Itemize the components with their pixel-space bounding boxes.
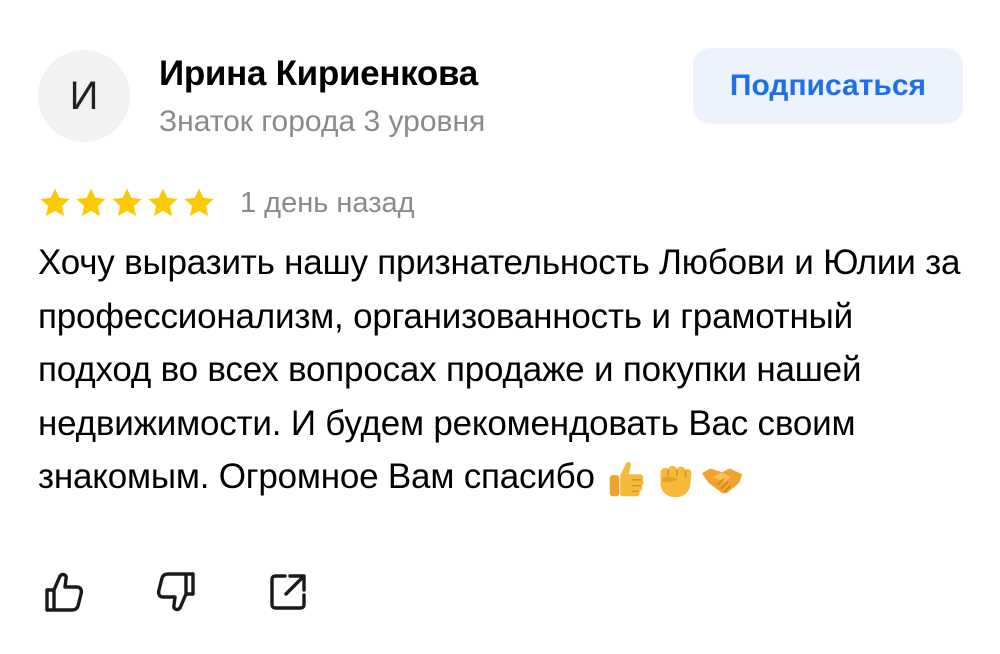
avatar-initial: И bbox=[69, 73, 99, 118]
subscribe-button-label: Подписаться bbox=[729, 69, 927, 102]
dislike-button[interactable] bbox=[150, 566, 202, 618]
avatar[interactable]: И bbox=[38, 50, 130, 142]
author-name[interactable]: Ирина Кириенкова bbox=[159, 54, 478, 94]
subscribe-button[interactable]: Подписаться bbox=[693, 48, 963, 124]
raised-fist-emoji bbox=[660, 465, 692, 497]
handshake-emoji bbox=[701, 468, 742, 494]
star-icon bbox=[112, 188, 142, 217]
star-icon bbox=[40, 188, 70, 217]
rating-row: 1 день назад bbox=[38, 183, 415, 223]
like-button[interactable] bbox=[38, 566, 90, 618]
review-date: 1 день назад bbox=[240, 186, 415, 219]
share-button[interactable] bbox=[262, 566, 314, 618]
star-icon bbox=[184, 188, 214, 217]
star-icon bbox=[76, 188, 106, 217]
review-text: Хочу выразить нашу признательность Любов… bbox=[38, 236, 968, 504]
review-actions bbox=[38, 566, 374, 618]
emoji-group bbox=[603, 456, 747, 502]
review-card: И Ирина Кириенкова Знаток города 3 уровн… bbox=[0, 0, 1000, 654]
star-icon bbox=[148, 188, 178, 217]
thumbs-up-emoji bbox=[609, 461, 644, 496]
share-icon bbox=[270, 574, 306, 610]
like-icon bbox=[45, 572, 84, 612]
author-level: Знаток города 3 уровня bbox=[159, 105, 486, 138]
star-rating bbox=[38, 186, 218, 220]
dislike-icon bbox=[156, 572, 195, 612]
review-body: Хочу выразить нашу признательность Любов… bbox=[38, 243, 961, 496]
